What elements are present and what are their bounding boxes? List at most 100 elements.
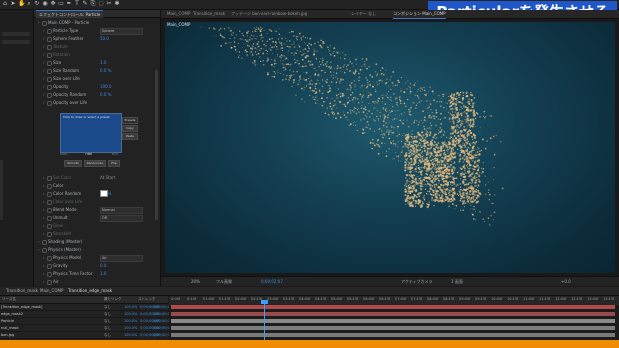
stopwatch-icon[interactable] <box>47 53 52 58</box>
expand-toggle-icon[interactable]: › <box>43 206 45 214</box>
property-row[interactable]: › Gravity 0.0 <box>34 262 154 270</box>
layer-row[interactable]: Particle なし 100.0% 0;00;00;00 0;00;00;00 <box>0 318 172 325</box>
layer-stretch[interactable]: 100.0% <box>124 318 137 324</box>
layer-row[interactable]: [Transition_edge_mask] なし 100.0% 0;00;00;00… <box>0 304 172 311</box>
property-row[interactable]: › Particle Type Sphere <box>34 27 154 35</box>
expand-toggle-icon[interactable]: › <box>38 238 40 246</box>
playhead-handle[interactable] <box>261 300 268 304</box>
curve-smooth-button[interactable]: Smooth <box>64 160 82 167</box>
property-row[interactable]: › Sphere Feather 50.0 <box>34 35 154 43</box>
dock-scrollbar[interactable] <box>0 160 3 220</box>
layer-parent[interactable]: なし <box>104 325 111 331</box>
property-row[interactable]: › Physics Time Factor 1.0 <box>34 270 154 278</box>
expand-toggle-icon[interactable]: › <box>43 91 45 99</box>
expand-toggle-icon[interactable]: › <box>43 99 45 107</box>
layer-name[interactable]: bon.jpg <box>1 332 14 338</box>
property-row[interactable]: › Opacity over Life <box>34 99 154 107</box>
stopwatch-icon[interactable] <box>47 256 52 261</box>
layer-bar[interactable] <box>171 305 615 309</box>
layer-row[interactable]: null_mask なし 100.0% 0;00;00;00 0;00;00;00 <box>0 325 172 332</box>
expand-toggle-icon[interactable]: › <box>43 254 45 262</box>
pen-icon[interactable]: ✒ <box>66 1 72 7</box>
layer-bar[interactable] <box>171 326 615 330</box>
property-value[interactable]: 0.0 % <box>100 67 111 75</box>
layer-name[interactable]: null_mask <box>1 325 19 331</box>
property-row[interactable]: ›Color Random0.0 % <box>34 190 154 198</box>
property-row[interactable]: › Main COMP · Particle <box>34 19 154 27</box>
layer-parent[interactable]: なし <box>104 311 111 317</box>
color-swatch[interactable] <box>100 190 108 197</box>
stopwatch-icon[interactable] <box>47 69 52 74</box>
curve-presets-dropdown[interactable]: Presets <box>122 117 138 124</box>
comp-canvas[interactable] <box>165 22 615 273</box>
property-row[interactable]: › Air <box>34 278 154 286</box>
layer-stretch[interactable]: 100.0% <box>124 332 137 338</box>
stamp-icon[interactable]: ⎘ <box>90 1 96 7</box>
col-source-name[interactable]: ソース名 <box>2 296 16 303</box>
property-row[interactable]: › Size 3.0 <box>34 59 154 67</box>
property-row[interactable]: › Blend Mode Normal <box>34 206 154 214</box>
stopwatch-icon[interactable] <box>42 21 47 26</box>
property-row[interactable]: › Opacity Random 0.0 % <box>34 91 154 99</box>
property-row[interactable]: › Glow <box>34 222 154 230</box>
expand-toggle-icon[interactable]: › <box>43 35 45 43</box>
property-value[interactable]: 50.0 <box>100 35 109 43</box>
expand-toggle-icon[interactable]: › <box>43 262 45 270</box>
expand-toggle-icon[interactable]: › <box>43 230 45 238</box>
property-value[interactable]: 3.0 <box>100 59 106 67</box>
expand-toggle-icon[interactable]: › <box>43 278 45 286</box>
property-row[interactable]: › Size over Life <box>34 75 154 83</box>
stopwatch-icon[interactable] <box>47 216 52 221</box>
property-row[interactable]: › Rotation <box>34 51 154 59</box>
exposure-value[interactable]: +0.0 <box>561 277 571 286</box>
property-row[interactable]: › Unmult Off <box>34 214 154 222</box>
property-row[interactable]: › Physics (Master) <box>34 246 154 254</box>
expand-toggle-icon[interactable]: › <box>43 67 45 75</box>
expand-toggle-icon[interactable]: › <box>43 59 45 67</box>
expand-toggle-icon[interactable]: › <box>43 222 45 230</box>
property-value[interactable]: 100.0 <box>100 83 111 91</box>
stopwatch-icon[interactable] <box>47 176 52 181</box>
resolution-dropdown[interactable]: フル画質 <box>216 277 232 286</box>
property-row[interactable]: › Texture <box>34 43 154 51</box>
layer-bar[interactable] <box>171 319 615 323</box>
col-stretch[interactable]: ストレッチ <box>138 296 156 303</box>
layer-name[interactable]: [Transition_edge_mask] <box>1 304 42 310</box>
expand-toggle-icon[interactable]: › <box>43 270 45 278</box>
stopwatch-icon[interactable] <box>47 184 52 189</box>
playhead-line[interactable] <box>264 300 265 340</box>
expand-toggle-icon[interactable]: › <box>43 190 45 198</box>
layer-stretch[interactable]: 100.0% <box>124 325 137 331</box>
property-dropdown[interactable]: Sphere <box>100 28 143 35</box>
property-row[interactable]: › Color over Life <box>34 198 154 206</box>
stopwatch-icon[interactable] <box>47 37 52 42</box>
property-dropdown[interactable]: Normal <box>100 207 143 214</box>
stopwatch-icon[interactable] <box>47 192 52 197</box>
expand-toggle-icon[interactable]: › <box>38 246 40 254</box>
tab-footage[interactable]: フッテージ bon-and-rainbow-bokeh.jpg <box>231 10 307 18</box>
stopwatch-icon[interactable] <box>47 232 52 237</box>
zoom-dropdown[interactable]: 20% <box>191 277 200 286</box>
stopwatch-icon[interactable] <box>47 101 52 106</box>
camera-icon[interactable]: ◉ <box>42 1 48 7</box>
expand-toggle-icon[interactable]: › <box>43 83 45 91</box>
curve-paste-button[interactable]: Paste <box>122 133 138 140</box>
stopwatch-icon[interactable] <box>47 45 52 50</box>
views-dropdown[interactable]: 1 画面 <box>451 277 463 286</box>
property-row[interactable]: › Streaklet <box>34 230 154 238</box>
stopwatch-icon[interactable] <box>47 29 52 34</box>
expand-toggle-icon[interactable]: › <box>43 182 45 190</box>
brush-icon[interactable]: ✎ <box>82 1 88 7</box>
stopwatch-icon[interactable] <box>47 208 52 213</box>
stopwatch-icon[interactable] <box>42 240 47 245</box>
arrow-icon[interactable]: ➤ <box>10 1 16 7</box>
stopwatch-icon[interactable] <box>42 248 47 253</box>
property-row[interactable]: › Opacity 100.0 <box>34 83 154 91</box>
property-row[interactable]: › Set Color At Start <box>34 174 154 182</box>
property-value[interactable]: 1.0 <box>100 270 106 278</box>
layer-stretch[interactable]: 100.0% <box>124 304 137 310</box>
tab-composition[interactable]: コンポジション Main_COMP <box>393 10 446 19</box>
rect-icon[interactable]: ▭ <box>58 1 64 7</box>
effect-controls-scrollbar[interactable] <box>155 70 158 220</box>
tab-effect-controls[interactable]: エフェクトコントロール: Particle <box>36 10 104 18</box>
